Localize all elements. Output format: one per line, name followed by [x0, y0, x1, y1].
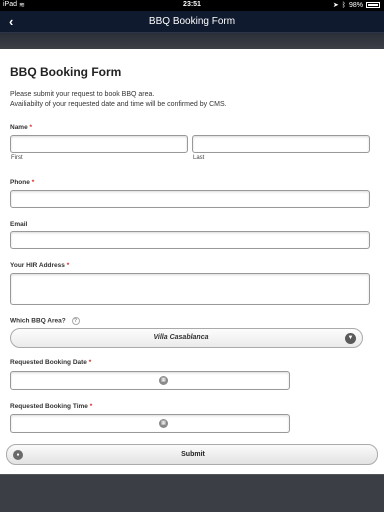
footer-bar	[0, 474, 384, 512]
bluetooth-icon: ᛒ	[341, 1, 346, 9]
form-title: BBQ Booking Form	[10, 65, 122, 79]
area-label-text: Which BBQ Area?	[10, 317, 66, 325]
booking-date-input[interactable]	[10, 371, 290, 390]
last-name-input[interactable]	[192, 135, 370, 153]
clock: 23:51	[183, 1, 201, 8]
address-label: Your HIR Address *	[10, 262, 69, 269]
date-label: Requested Booking Date *	[10, 359, 91, 366]
last-name-sublabel: Last	[193, 155, 205, 161]
first-name-sublabel: First	[11, 155, 23, 161]
location-icon: ➤	[332, 2, 339, 9]
name-label-text: Name	[10, 124, 28, 131]
time-label: Requested Booking Time *	[10, 403, 92, 410]
required-marker: *	[29, 124, 33, 131]
area-label: Which BBQ Area? ?	[10, 317, 80, 325]
battery-percentage: 98%	[348, 1, 363, 9]
required-marker: *	[88, 359, 92, 366]
status-right: ➤ ᛒ 98%	[333, 1, 380, 9]
phone-input[interactable]	[10, 190, 370, 208]
first-name-input[interactable]	[10, 135, 188, 153]
required-marker: *	[31, 179, 35, 186]
toolbar-strip	[0, 33, 384, 49]
name-label: Name *	[10, 124, 32, 131]
intro-line-2: Availiabilty of your requested date and …	[10, 101, 227, 108]
time-label-text: Requested Booking Time	[10, 403, 88, 410]
help-icon[interactable]: ?	[71, 317, 80, 325]
address-label-text: Your HIR Address	[10, 262, 65, 269]
nav-title: BBQ Booking Form	[148, 16, 236, 27]
clock-picker-icon[interactable]: ▦	[159, 419, 168, 428]
bbq-area-select[interactable]: Villa Casablanca ▼	[10, 328, 363, 348]
phone-label-text: Phone	[10, 179, 30, 186]
booking-time-input[interactable]	[10, 414, 290, 433]
battery-icon	[366, 2, 380, 8]
form-content: BBQ Booking Form Please submit your requ…	[0, 49, 384, 474]
required-marker: *	[66, 262, 70, 269]
submit-button[interactable]: ● Submit	[6, 444, 378, 465]
navigation-bar: ‹ BBQ Booking Form	[0, 11, 384, 33]
form-intro: Please submit your request to book BBQ a…	[10, 90, 370, 110]
status-bar: iPad ≋ 23:51 ➤ ᛒ 98%	[0, 0, 384, 11]
required-marker: *	[89, 403, 93, 410]
address-textarea[interactable]	[10, 273, 370, 305]
chevron-down-icon: ▼	[345, 333, 356, 344]
intro-line-1: Please submit your request to book BBQ a…	[10, 91, 155, 98]
submit-label: Submit	[181, 451, 205, 458]
phone-label: Phone *	[10, 179, 34, 186]
calendar-icon[interactable]: ▦	[159, 376, 168, 385]
date-label-text: Requested Booking Date	[10, 359, 87, 366]
email-label: Email	[10, 221, 28, 228]
email-input[interactable]	[10, 231, 370, 249]
bbq-area-selected-value: Villa Casablanca	[153, 334, 209, 341]
